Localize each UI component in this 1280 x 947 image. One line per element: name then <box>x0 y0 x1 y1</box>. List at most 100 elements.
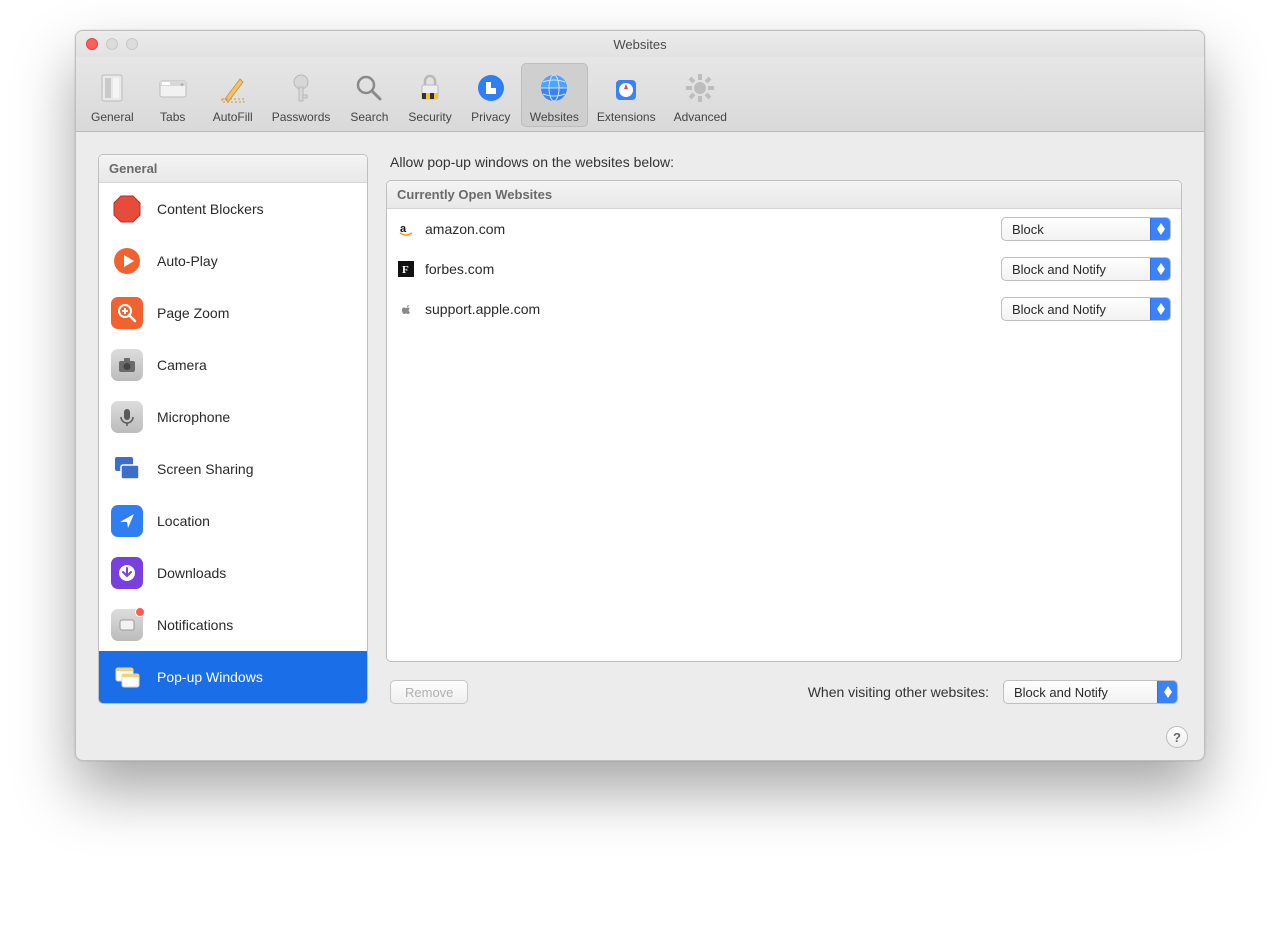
website-domain: forbes.com <box>425 261 991 277</box>
location-icon <box>111 505 143 537</box>
sidebar-item-notifications[interactable]: Notifications <box>99 599 367 651</box>
help-button[interactable]: ? <box>1166 726 1188 748</box>
tab-search[interactable]: Search <box>339 63 399 127</box>
sidebar-item-location[interactable]: Location <box>99 495 367 547</box>
chevron-updown-icon <box>1157 681 1177 703</box>
main-pane: Allow pop-up windows on the websites bel… <box>386 154 1182 704</box>
sidebar-item-auto-play[interactable]: Auto-Play <box>99 235 367 287</box>
tab-label: General <box>91 110 134 124</box>
forbes-favicon-icon: F <box>397 260 415 278</box>
main-heading: Allow pop-up windows on the websites bel… <box>390 154 1182 170</box>
tab-label: Passwords <box>272 110 331 124</box>
policy-popup-button[interactable]: Block and Notify <box>1001 257 1171 281</box>
sidebar-item-label: Notifications <box>157 617 233 633</box>
help-glyph: ? <box>1173 730 1181 745</box>
passwords-icon <box>281 68 321 108</box>
tab-security[interactable]: Security <box>399 63 460 127</box>
content-area: General Content Blockers Auto-Play Page … <box>76 132 1204 720</box>
tab-advanced[interactable]: Advanced <box>665 63 736 127</box>
sidebar-item-popup-windows[interactable]: Pop-up Windows <box>99 651 367 703</box>
preferences-toolbar: General + Tabs AutoFill Passwords Search <box>76 57 1204 132</box>
window-controls <box>86 38 138 50</box>
website-row[interactable]: support.apple.com Block and Notify <box>387 289 1181 329</box>
sidebar-item-camera[interactable]: Camera <box>99 339 367 391</box>
zoom-window-button[interactable] <box>126 38 138 50</box>
tab-label: Privacy <box>471 110 510 124</box>
general-icon <box>92 68 132 108</box>
websites-table: Currently Open Websites a amazon.com Blo… <box>386 180 1182 662</box>
sidebar-item-label: Page Zoom <box>157 305 229 321</box>
tab-autofill[interactable]: AutoFill <box>203 63 263 127</box>
chevron-updown-icon <box>1150 298 1170 320</box>
tab-label: Tabs <box>160 110 185 124</box>
sidebar-item-label: Pop-up Windows <box>157 669 263 685</box>
website-domain: support.apple.com <box>425 301 991 317</box>
policy-value: Block and Notify <box>1012 302 1106 317</box>
other-websites-label: When visiting other websites: <box>808 684 989 700</box>
tab-tabs[interactable]: + Tabs <box>143 63 203 127</box>
extensions-icon <box>606 68 646 108</box>
apple-favicon-icon <box>397 300 415 318</box>
tabs-icon: + <box>153 68 193 108</box>
stop-sign-icon <box>111 193 143 225</box>
default-policy-value: Block and Notify <box>1014 685 1108 700</box>
window-title: Websites <box>76 37 1204 52</box>
chevron-updown-icon <box>1150 218 1170 240</box>
policy-popup-button[interactable]: Block and Notify <box>1001 297 1171 321</box>
titlebar: Websites <box>76 31 1204 57</box>
security-icon <box>410 68 450 108</box>
search-icon <box>349 68 389 108</box>
tab-label: Advanced <box>674 110 727 124</box>
downloads-icon <box>111 557 143 589</box>
close-window-button[interactable] <box>86 38 98 50</box>
tab-passwords[interactable]: Passwords <box>263 63 340 127</box>
autofill-icon <box>213 68 253 108</box>
svg-text:+: + <box>180 82 184 89</box>
sidebar-item-downloads[interactable]: Downloads <box>99 547 367 599</box>
advanced-icon <box>680 68 720 108</box>
sidebar-item-label: Auto-Play <box>157 253 218 269</box>
microphone-icon <box>111 401 143 433</box>
website-row[interactable]: F forbes.com Block and Notify <box>387 249 1181 289</box>
policy-value: Block and Notify <box>1012 262 1106 277</box>
policy-popup-button[interactable]: Block <box>1001 217 1171 241</box>
tab-extensions[interactable]: Extensions <box>588 63 665 127</box>
tab-label: Security <box>408 110 451 124</box>
help-area: ? <box>76 720 1204 760</box>
tab-label: AutoFill <box>213 110 253 124</box>
sidebar-item-content-blockers[interactable]: Content Blockers <box>99 183 367 235</box>
remove-button[interactable]: Remove <box>390 680 468 704</box>
sidebar-item-label: Camera <box>157 357 207 373</box>
website-row[interactable]: a amazon.com Block <box>387 209 1181 249</box>
popup-windows-icon <box>111 661 143 693</box>
amazon-favicon-icon: a <box>397 220 415 238</box>
sidebar-item-label: Microphone <box>157 409 230 425</box>
websites-icon <box>534 68 574 108</box>
minimize-window-button[interactable] <box>106 38 118 50</box>
sidebar-item-screen-sharing[interactable]: Screen Sharing <box>99 443 367 495</box>
camera-icon <box>111 349 143 381</box>
screen-sharing-icon <box>111 453 143 485</box>
tab-label: Websites <box>530 110 579 124</box>
play-icon <box>111 245 143 277</box>
tab-general[interactable]: General <box>82 63 143 127</box>
sidebar-item-label: Location <box>157 513 210 529</box>
table-section-header: Currently Open Websites <box>387 181 1181 209</box>
notification-badge <box>135 607 145 617</box>
tab-websites[interactable]: Websites <box>521 63 588 127</box>
sidebar-item-label: Screen Sharing <box>157 461 254 477</box>
sidebar: General Content Blockers Auto-Play Page … <box>98 154 368 704</box>
zoom-icon <box>111 297 143 329</box>
policy-value: Block <box>1012 222 1044 237</box>
tab-label: Search <box>350 110 388 124</box>
sidebar-item-microphone[interactable]: Microphone <box>99 391 367 443</box>
svg-text:F: F <box>402 264 409 276</box>
tab-privacy[interactable]: Privacy <box>461 63 521 127</box>
default-policy-popup-button[interactable]: Block and Notify <box>1003 680 1178 704</box>
chevron-updown-icon <box>1150 258 1170 280</box>
tab-label: Extensions <box>597 110 656 124</box>
sidebar-item-page-zoom[interactable]: Page Zoom <box>99 287 367 339</box>
privacy-icon <box>471 68 511 108</box>
preferences-window: Websites General + Tabs AutoFill Passwor <box>75 30 1205 761</box>
sidebar-item-label: Content Blockers <box>157 201 264 217</box>
